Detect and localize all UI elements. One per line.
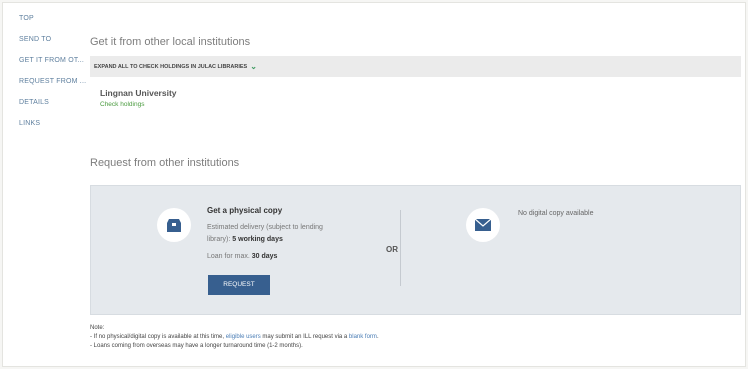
blank-form-link[interactable]: blank form — [349, 334, 377, 340]
institution-name: Lingnan University — [100, 88, 177, 98]
note-line1-part-c: . — [376, 334, 379, 340]
or-label: OR — [386, 245, 398, 254]
delivery-estimate-line1: Estimated delivery (subject to lending — [207, 224, 323, 231]
delivery-estimate-line2: library): 5 working days — [207, 236, 283, 243]
request-section-title: Request from other institutions — [90, 157, 240, 169]
no-digital-copy-text: No digital copy available — [518, 210, 594, 217]
physical-copy-title: Get a physical copy — [207, 206, 283, 215]
nav-item-top[interactable]: TOP — [19, 14, 89, 23]
nav-item-request-from[interactable]: REQUEST FROM ... — [19, 77, 89, 86]
expand-holdings-label: EXPAND ALL TO CHECK HOLDINGS IN JULAC LI… — [94, 64, 248, 70]
get-it-section-title: Get it from other local institutions — [90, 36, 251, 48]
envelope-icon — [466, 208, 500, 242]
loan-days: 30 days — [251, 253, 278, 260]
note-line-2: - Loans coming from overseas may have a … — [90, 343, 303, 349]
sidebar-nav: TOP SEND TO GET IT FROM OT... REQUEST FR… — [19, 14, 89, 140]
note-heading: Note: — [90, 325, 105, 331]
eligible-users-link[interactable]: eligible users — [226, 334, 261, 340]
note-line1-part-b: may submit an ILL request via a — [260, 334, 349, 340]
nav-item-send-to[interactable]: SEND TO — [19, 35, 89, 44]
or-divider — [400, 210, 401, 286]
note-line-1: - If no physical/digital copy is availab… — [90, 334, 379, 340]
loan-period-line: Loan for max. 30 days — [207, 253, 277, 260]
box-icon — [157, 208, 191, 242]
check-holdings-link[interactable]: Check holdings — [100, 101, 144, 108]
delivery-days: 5 working days — [232, 236, 283, 243]
expand-holdings-bar[interactable]: EXPAND ALL TO CHECK HOLDINGS IN JULAC LI… — [90, 56, 741, 77]
nav-item-details[interactable]: DETAILS — [19, 98, 89, 107]
chevron-down-icon: ⌄ — [250, 62, 257, 71]
delivery-prefix: library): — [207, 236, 233, 243]
request-panel — [90, 185, 741, 315]
note-line1-part-a: - If no physical/digital copy is availab… — [90, 334, 226, 340]
request-button[interactable]: REQUEST — [208, 275, 270, 295]
loan-prefix: Loan for max. — [207, 253, 252, 260]
nav-item-get-it-from-other[interactable]: GET IT FROM OT... — [19, 56, 89, 65]
nav-item-links[interactable]: LINKS — [19, 119, 89, 128]
